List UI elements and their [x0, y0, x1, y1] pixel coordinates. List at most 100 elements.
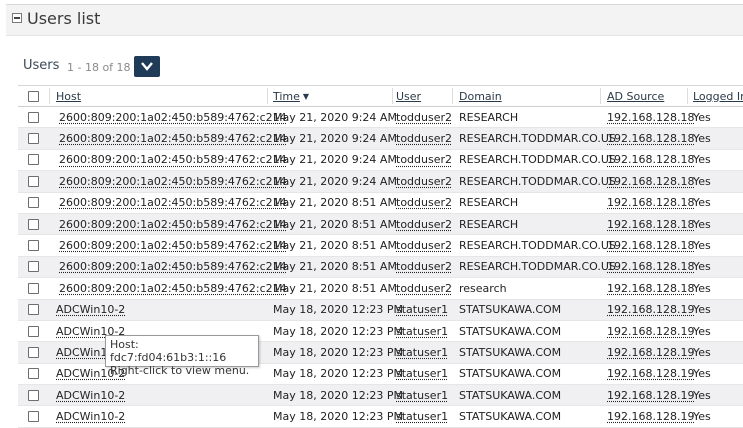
row-checkbox[interactable] [28, 325, 39, 337]
user-cell[interactable]: statuser1 [396, 300, 451, 320]
user-cell[interactable]: todduser2 [396, 214, 452, 234]
host-link[interactable]: ADCWin10-2 [56, 303, 125, 316]
user-link[interactable]: todduser2 [396, 153, 452, 166]
row-checkbox[interactable] [28, 197, 39, 209]
row-checkbox[interactable] [28, 304, 39, 316]
user-link[interactable]: todduser2 [396, 111, 452, 124]
ad-source-cell[interactable]: 192.168.128.19 [607, 385, 694, 405]
host-link[interactable]: 2600:809:200:1a02:450:b589:4762:c214 [59, 196, 287, 209]
ad-source-cell[interactable]: 192.168.128.18 [607, 278, 694, 298]
row-checkbox[interactable] [28, 154, 39, 166]
host-cell[interactable]: 2600:809:200:1a02:450:b589:4762:c214 [56, 107, 287, 127]
user-cell[interactable]: statuser1 [396, 406, 451, 426]
user-link[interactable]: statuser1 [396, 303, 448, 316]
host-cell[interactable]: ADCWin10-2 [56, 406, 264, 426]
table-row[interactable]: 2600:809:200:1a02:450:b589:4762:c214 May … [18, 235, 743, 257]
ad-source-link[interactable]: 192.168.128.19 [607, 346, 694, 359]
host-link[interactable]: 2600:809:200:1a02:450:b589:4762:c214 [59, 153, 287, 166]
ad-source-cell[interactable]: 192.168.128.18 [607, 171, 694, 191]
host-cell[interactable]: 2600:809:200:1a02:450:b589:4762:c214 [56, 150, 287, 170]
row-checkbox[interactable] [28, 261, 39, 273]
ad-source-cell[interactable]: 192.168.128.19 [607, 300, 694, 320]
host-cell[interactable]: 2600:809:200:1a02:450:b589:4762:c214 [56, 278, 287, 298]
user-cell[interactable]: todduser2 [396, 150, 452, 170]
row-checkbox[interactable] [28, 111, 39, 123]
user-link[interactable]: statuser1 [396, 367, 448, 380]
table-row[interactable]: 2600:809:200:1a02:450:b589:4762:c214 May … [18, 150, 743, 172]
row-checkbox[interactable] [28, 346, 39, 358]
user-link[interactable]: todduser2 [396, 196, 452, 209]
host-link[interactable]: 2600:809:200:1a02:450:b589:4762:c214 [59, 132, 287, 145]
column-header-host[interactable]: Host [56, 86, 264, 106]
ad-source-link[interactable]: 192.168.128.19 [607, 410, 694, 423]
table-row[interactable]: 2600:809:200:1a02:450:b589:4762:c214 May … [18, 256, 743, 279]
ad-source-link[interactable]: 192.168.128.19 [607, 367, 694, 380]
ad-source-link[interactable]: 192.168.128.18 [607, 153, 694, 166]
table-row[interactable]: 2600:809:200:1a02:450:b589:4762:c214 May … [18, 278, 743, 300]
user-link[interactable]: todduser2 [396, 132, 452, 145]
user-link[interactable]: statuser1 [396, 389, 448, 402]
user-cell[interactable]: todduser2 [396, 171, 452, 191]
ad-source-link[interactable]: 192.168.128.19 [607, 389, 694, 402]
table-row[interactable]: 2600:809:200:1a02:450:b589:4762:c214 May … [18, 213, 743, 236]
table-row[interactable]: 2600:809:200:1a02:450:b589:4762:c214 May … [18, 193, 743, 214]
ad-source-link[interactable]: 192.168.128.19 [607, 303, 694, 316]
column-header-user[interactable]: User [396, 86, 451, 106]
table-row[interactable]: 2600:809:200:1a02:450:b589:4762:c214 May … [18, 128, 743, 150]
row-checkbox[interactable] [28, 240, 39, 252]
ad-source-cell[interactable]: 192.168.128.18 [607, 150, 694, 170]
host-cell[interactable]: 2600:809:200:1a02:450:b589:4762:c214 [56, 214, 287, 234]
table-row[interactable]: ADCWin10-2 May 18, 2020 12:23 PM statuser1… [18, 299, 743, 321]
user-cell[interactable]: statuser1 [396, 385, 451, 405]
ad-source-cell[interactable]: 192.168.128.18 [607, 107, 694, 127]
user-link[interactable]: todduser2 [396, 175, 452, 188]
select-all-checkbox[interactable] [28, 90, 39, 102]
row-checkbox[interactable] [28, 368, 39, 380]
ad-source-cell[interactable]: 192.168.128.18 [607, 235, 694, 255]
row-checkbox[interactable] [28, 389, 39, 401]
user-link[interactable]: todduser2 [396, 260, 452, 273]
host-link[interactable]: ADCWin10-2 [56, 410, 125, 423]
host-link[interactable]: 2600:809:200:1a02:450:b589:4762:c214 [59, 239, 287, 252]
ad-source-cell[interactable]: 192.168.128.18 [607, 193, 694, 213]
column-header-domain[interactable]: Domain [459, 86, 604, 106]
user-cell[interactable]: statuser1 [396, 342, 451, 362]
row-checkbox[interactable] [28, 218, 39, 230]
host-link[interactable]: 2600:809:200:1a02:450:b589:4762:c214 [59, 218, 287, 231]
user-cell[interactable]: statuser1 [396, 321, 451, 341]
user-cell[interactable]: todduser2 [396, 235, 452, 255]
ad-source-link[interactable]: 192.168.128.18 [607, 175, 694, 188]
ad-source-cell[interactable]: 192.168.128.18 [607, 257, 694, 277]
host-cell[interactable]: 2600:809:200:1a02:450:b589:4762:c214 [56, 128, 287, 148]
user-link[interactable]: todduser2 [396, 218, 452, 231]
collapse-icon[interactable] [12, 13, 22, 23]
ad-source-cell[interactable]: 192.168.128.19 [607, 406, 694, 426]
ad-source-link[interactable]: 192.168.128.18 [607, 132, 694, 145]
host-cell[interactable]: 2600:809:200:1a02:450:b589:4762:c214 [56, 235, 287, 255]
user-cell[interactable]: statuser1 [396, 364, 451, 384]
table-row[interactable]: 2600:809:200:1a02:450:b589:4762:c214 May … [18, 107, 743, 129]
user-cell[interactable]: todduser2 [396, 128, 452, 148]
host-link[interactable]: 2600:809:200:1a02:450:b589:4762:c214 [59, 111, 287, 124]
host-cell[interactable]: ADCWin10-2 [56, 385, 264, 405]
host-link[interactable]: 2600:809:200:1a02:450:b589:4762:c214 [59, 175, 287, 188]
user-link[interactable]: todduser2 [396, 282, 452, 295]
ad-source-link[interactable]: 192.168.128.18 [607, 239, 694, 252]
host-cell[interactable]: ADCWin10-2 [56, 300, 264, 320]
host-cell[interactable]: 2600:809:200:1a02:450:b589:4762:c214 [56, 171, 287, 191]
column-header-logged-in[interactable]: Logged In [693, 86, 743, 106]
ad-source-link[interactable]: 192.168.128.18 [607, 196, 694, 209]
ad-source-link[interactable]: 192.168.128.18 [607, 282, 694, 295]
table-row[interactable]: 2600:809:200:1a02:450:b589:4762:c214 May … [18, 171, 743, 193]
ad-source-cell[interactable]: 192.168.128.18 [607, 214, 694, 234]
ad-source-link[interactable]: 192.168.128.19 [607, 325, 694, 338]
ad-source-link[interactable]: 192.168.128.18 [607, 260, 694, 273]
row-checkbox[interactable] [28, 133, 39, 145]
ad-source-link[interactable]: 192.168.128.18 [607, 218, 694, 231]
user-link[interactable]: statuser1 [396, 325, 448, 338]
host-link[interactable]: 2600:809:200:1a02:450:b589:4762:c214 [59, 282, 287, 295]
user-link[interactable]: statuser1 [396, 346, 448, 359]
users-menu-dropdown-button[interactable] [134, 56, 160, 77]
user-cell[interactable]: todduser2 [396, 257, 452, 277]
host-cell[interactable]: 2600:809:200:1a02:450:b589:4762:c214 [56, 193, 287, 213]
